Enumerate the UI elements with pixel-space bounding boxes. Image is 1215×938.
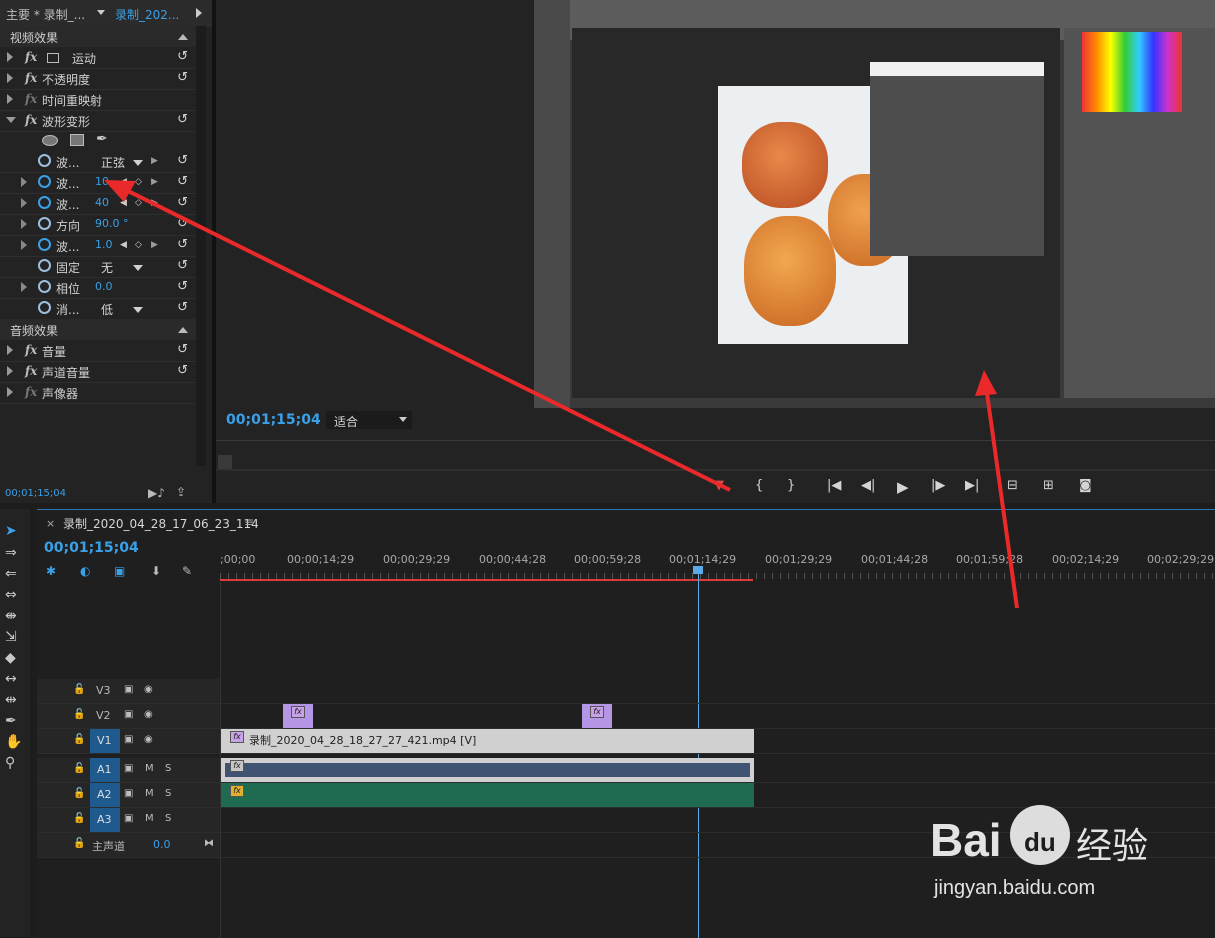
annotation-arrows: [104, 180, 1019, 609]
arrow-head-2: [975, 370, 997, 396]
watermark-brand2: du: [1024, 827, 1056, 857]
baidu-watermark: Bai du 经验 jingyan.baidu.com: [930, 805, 1200, 915]
arrow-line-1: [117, 184, 731, 492]
watermark-brand: Bai: [930, 814, 1002, 866]
arrow-line-2: [984, 385, 1019, 609]
watermark-cn: 经验: [1076, 826, 1149, 867]
watermark-url: jingyan.baidu.com: [934, 877, 1096, 899]
